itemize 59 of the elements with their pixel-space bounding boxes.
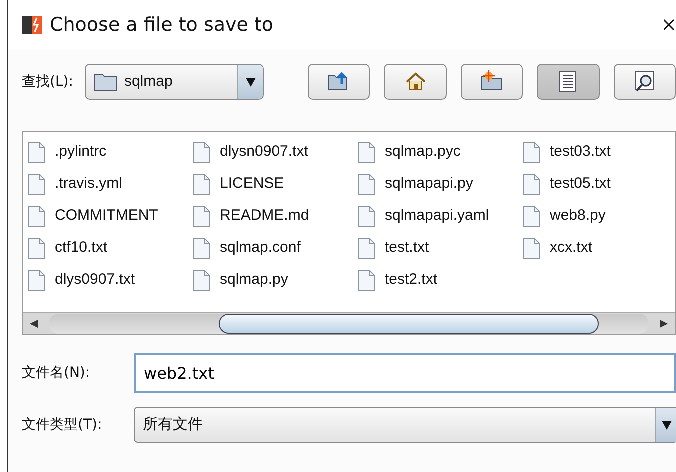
file-icon [28, 142, 45, 162]
file-icon [193, 174, 210, 194]
file-item[interactable]: test2.txt [385, 268, 438, 292]
toolbar-button[interactable] [614, 64, 676, 100]
file-item[interactable]: sqlmap.conf [220, 236, 301, 260]
file-icon [193, 270, 210, 290]
window-title: Choose a file to save to [50, 12, 274, 38]
file-item[interactable]: sqlmap.py [220, 268, 288, 292]
close-icon[interactable] [664, 18, 674, 32]
file-item[interactable]: README.md [220, 204, 310, 228]
toolbar-button[interactable] [460, 64, 524, 100]
scroll-left-icon[interactable] [30, 320, 38, 328]
file-icon [358, 142, 375, 162]
file-icon [358, 270, 375, 290]
toolbar-button[interactable] [308, 64, 370, 100]
file-icon [358, 174, 375, 194]
folder-icon [94, 72, 118, 92]
file-icon [358, 206, 375, 226]
file-item[interactable]: test03.txt [550, 140, 611, 164]
file-icon [28, 270, 45, 290]
file-icon [358, 238, 375, 258]
file-item[interactable]: COMMITMENT [55, 204, 158, 228]
file-icon [28, 174, 45, 194]
file-item[interactable]: LICENSE [220, 172, 284, 196]
file-icon [193, 206, 210, 226]
file-icon [28, 238, 45, 258]
file-icon [193, 142, 210, 162]
app-icon [22, 15, 42, 35]
file-type-dropdown[interactable]: 所有文件 [134, 407, 676, 443]
file-item[interactable]: sqlmapapi.py [385, 172, 474, 196]
horizontal-scrollbar[interactable] [23, 312, 675, 334]
file-item[interactable]: dlys0907.txt [55, 268, 136, 292]
look-in-label: 查找(L): [22, 72, 74, 92]
details-view-icon [632, 70, 657, 94]
file-item[interactable]: test05.txt [550, 172, 611, 196]
file-item[interactable]: .pylintrc [55, 140, 107, 164]
file-icon [28, 206, 45, 226]
file-item[interactable]: ctf10.txt [55, 236, 108, 260]
toolbar-button[interactable] [384, 64, 447, 100]
file-icon [523, 174, 540, 194]
file-icon [523, 142, 540, 162]
file-item[interactable]: .travis.yml [55, 172, 122, 196]
caret-icon [246, 78, 256, 86]
look-in-dropdown[interactable]: sqlmap [85, 64, 264, 100]
file-item[interactable]: test.txt [385, 236, 430, 260]
file-icon [523, 206, 540, 226]
scroll-right-icon[interactable] [660, 320, 668, 328]
file-item[interactable]: web8.py [550, 204, 606, 228]
file-name-field[interactable]: web2.txt [134, 353, 676, 393]
caret-icon [662, 420, 672, 430]
file-item[interactable]: sqlmap.pyc [385, 140, 461, 164]
file-item[interactable]: xcx.txt [550, 236, 593, 260]
toolbar-button[interactable] [537, 64, 600, 100]
file-item[interactable]: sqlmapapi.yaml [385, 204, 490, 228]
file-icon [193, 238, 210, 258]
file-item[interactable]: dlysn0907.txt [220, 140, 308, 164]
file-type-label: 文件类型(T): [22, 416, 104, 434]
file-name-label: 文件名(N): [22, 364, 92, 382]
file-icon [523, 238, 540, 258]
